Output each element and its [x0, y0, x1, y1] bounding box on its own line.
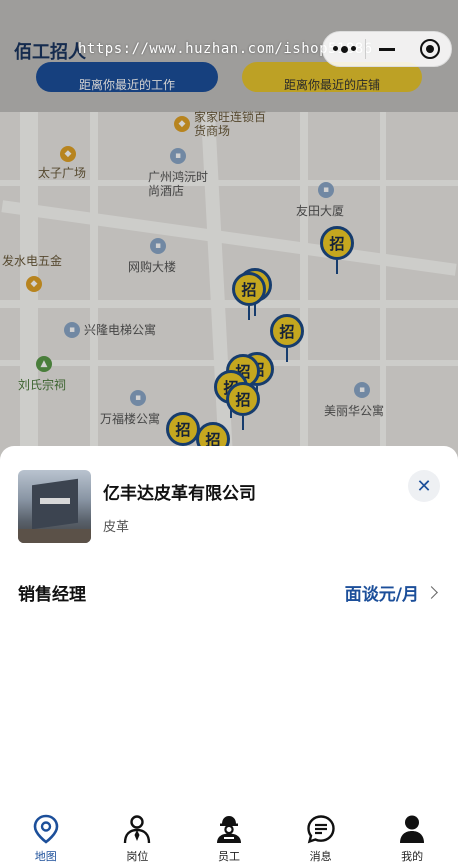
company-sheet: 亿丰达皮革有限公司 皮革 ✕ 销售经理 面谈元/月: [0, 446, 458, 800]
target-icon: [419, 39, 440, 59]
company-header[interactable]: 亿丰达皮革有限公司 皮革: [18, 470, 256, 543]
company-industry: 皮革: [103, 519, 130, 535]
temple-icon: ▲: [36, 356, 52, 372]
poi-meilihua-apartment: ▪ 美丽华公寓: [324, 382, 384, 418]
poi-online-mall: ▪ 网购大楼: [128, 238, 176, 274]
tab-profile[interactable]: 我的: [366, 800, 458, 866]
nearest-jobs-button[interactable]: 距离你最近的工作: [36, 62, 218, 92]
map-road: [300, 112, 308, 460]
chat-icon: [304, 812, 338, 846]
tab-label: 岗位: [126, 850, 149, 863]
worker-icon: [212, 812, 246, 846]
tab-label: 员工: [217, 850, 240, 863]
company-info: 亿丰达皮革有限公司 皮革: [103, 479, 256, 535]
job-title: 销售经理: [18, 584, 86, 605]
job-pin[interactable]: 招: [320, 226, 354, 274]
poi-ancestral-hall: ▲ 刘氏宗祠: [18, 356, 66, 392]
building-icon: ▪: [64, 322, 80, 338]
poi-hotel: ▪ 广州鸿沅时尚酒店: [148, 148, 212, 198]
poi-hardware: 发水电五金 ◆: [2, 254, 62, 292]
close-icon: ✕: [416, 475, 432, 497]
hotel-icon: ▪: [170, 148, 186, 164]
tab-messages[interactable]: 消息: [275, 800, 367, 866]
job-pin[interactable]: 招: [270, 314, 304, 362]
job-row[interactable]: 销售经理 面谈元/月: [18, 580, 440, 605]
map-road: [0, 180, 458, 186]
minus-icon: [379, 47, 396, 51]
poi-apartment: ▪ 兴隆电梯公寓: [64, 322, 156, 338]
tab-label: 我的: [401, 850, 424, 863]
minimize-button[interactable]: [366, 32, 408, 66]
user-icon: [395, 812, 429, 846]
tab-label: 地图: [34, 850, 57, 863]
shopping-icon: ◆: [26, 276, 42, 292]
close-miniprogram-button[interactable]: [409, 32, 451, 66]
company-photo: [18, 470, 91, 543]
shopping-icon: ◆: [60, 146, 76, 162]
brand-title: 佰工招人: [14, 42, 86, 63]
more-dots-icon: [332, 45, 356, 53]
job-pin[interactable]: 招: [226, 382, 260, 430]
poi-department-store: ◆ 家家旺连锁百货商场: [174, 110, 274, 138]
poi-wanfu-apartment: ▪ 万福楼公寓: [100, 390, 160, 426]
close-sheet-button[interactable]: ✕: [408, 470, 440, 502]
map-view[interactable]: ◆ 家家旺连锁百货商场 ◆ 太子广场 ▪ 广州鸿沅时尚酒店 ▪ 友田大厦 发水电…: [0, 0, 458, 460]
shopping-icon: ◆: [174, 116, 190, 132]
miniprogram-capsule: [322, 31, 452, 67]
map-road: [0, 300, 458, 308]
building-icon: ▪: [354, 382, 370, 398]
job-pin[interactable]: 招: [232, 272, 266, 320]
tab-label: 消息: [309, 850, 332, 863]
tab-jobs[interactable]: 岗位: [92, 800, 184, 866]
building-icon: ▪: [150, 238, 166, 254]
tab-map[interactable]: 地图: [0, 800, 92, 866]
map-road: [1, 200, 457, 276]
salary-group: 面谈元/月: [345, 580, 440, 605]
tab-employees[interactable]: 员工: [183, 800, 275, 866]
more-button[interactable]: [323, 32, 365, 66]
chevron-right-icon: [425, 585, 438, 599]
job-salary: 面谈元/月: [344, 584, 419, 605]
building-icon: ▪: [318, 182, 334, 198]
person-tie-icon: [120, 812, 154, 846]
poi-building: ▪ 友田大厦: [296, 182, 344, 218]
map-pin-icon: [29, 812, 63, 846]
map-road: [90, 112, 98, 460]
tab-bar: 地图 岗位 员工 消息 我的: [0, 800, 458, 866]
company-name: 亿丰达皮革有限公司: [103, 483, 256, 504]
poi-plaza: ◆ 太子广场: [38, 146, 86, 180]
building-icon: ▪: [130, 390, 146, 406]
